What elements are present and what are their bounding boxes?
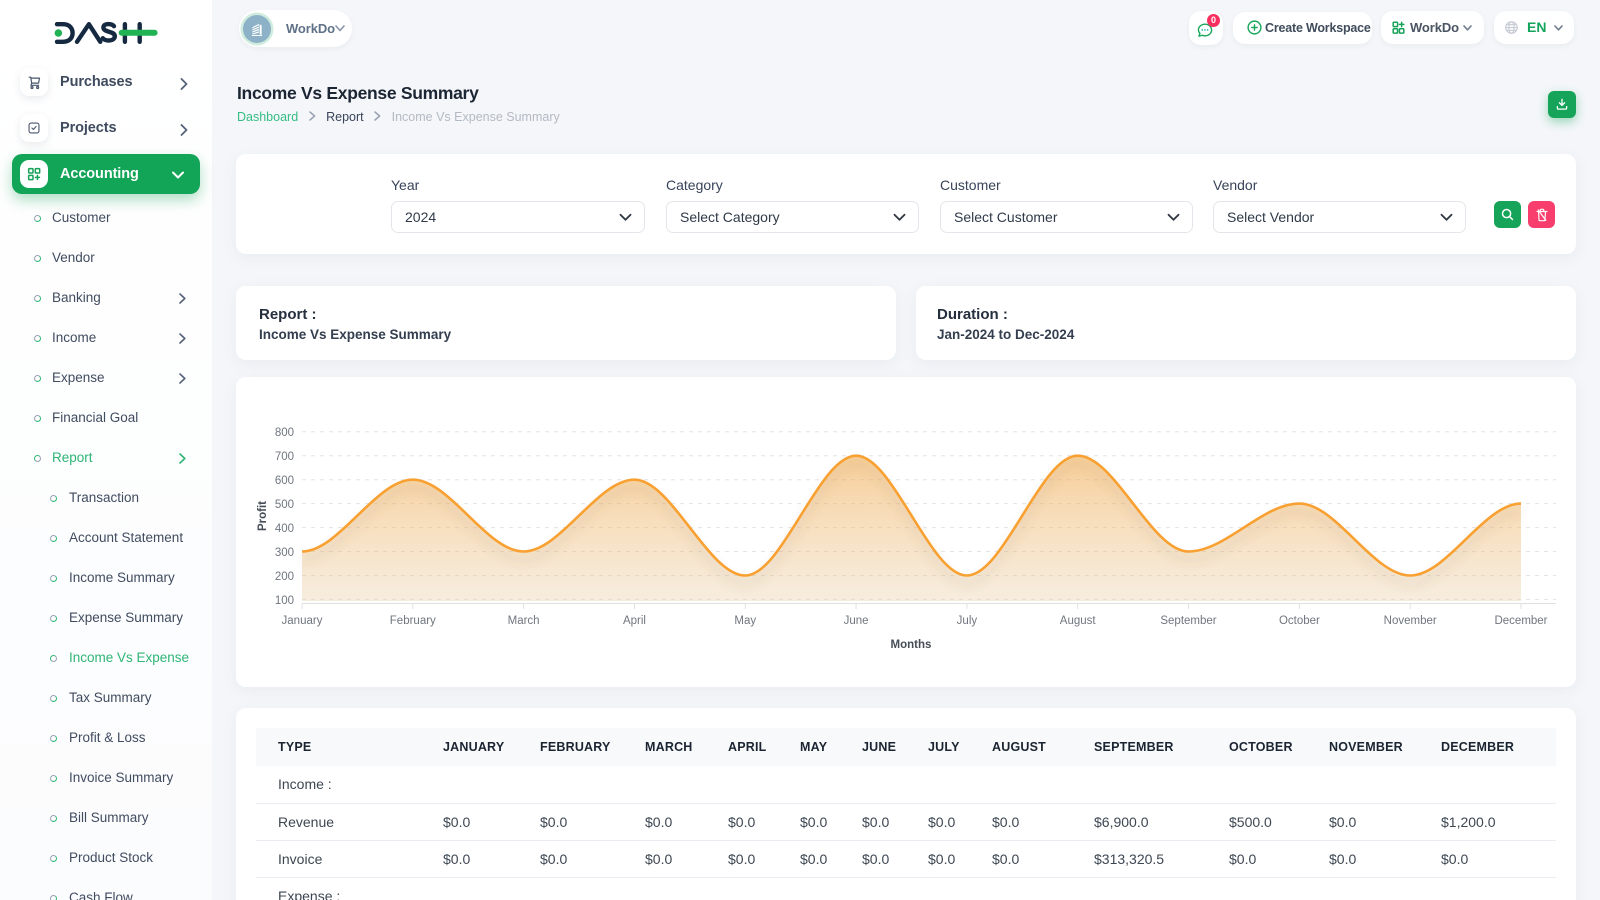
svg-text:500: 500 xyxy=(275,499,294,511)
svg-text:December: December xyxy=(1494,615,1547,627)
svg-text:Profit: Profit xyxy=(257,501,269,531)
svg-text:200: 200 xyxy=(275,571,294,583)
svg-text:February: February xyxy=(390,615,436,627)
svg-text:October: October xyxy=(1279,615,1320,627)
svg-text:Months: Months xyxy=(891,639,932,651)
svg-text:800: 800 xyxy=(275,427,294,439)
svg-text:300: 300 xyxy=(275,547,294,559)
svg-text:100: 100 xyxy=(275,595,294,607)
svg-text:July: July xyxy=(957,615,978,627)
svg-text:March: March xyxy=(508,615,540,627)
svg-text:700: 700 xyxy=(275,451,294,463)
svg-text:January: January xyxy=(282,615,323,627)
svg-text:April: April xyxy=(623,615,646,627)
svg-text:June: June xyxy=(844,615,869,627)
svg-text:400: 400 xyxy=(275,523,294,535)
svg-text:600: 600 xyxy=(275,475,294,487)
svg-text:November: November xyxy=(1384,615,1437,627)
svg-text:August: August xyxy=(1060,615,1097,627)
svg-text:September: September xyxy=(1160,615,1216,627)
svg-text:May: May xyxy=(734,615,756,627)
